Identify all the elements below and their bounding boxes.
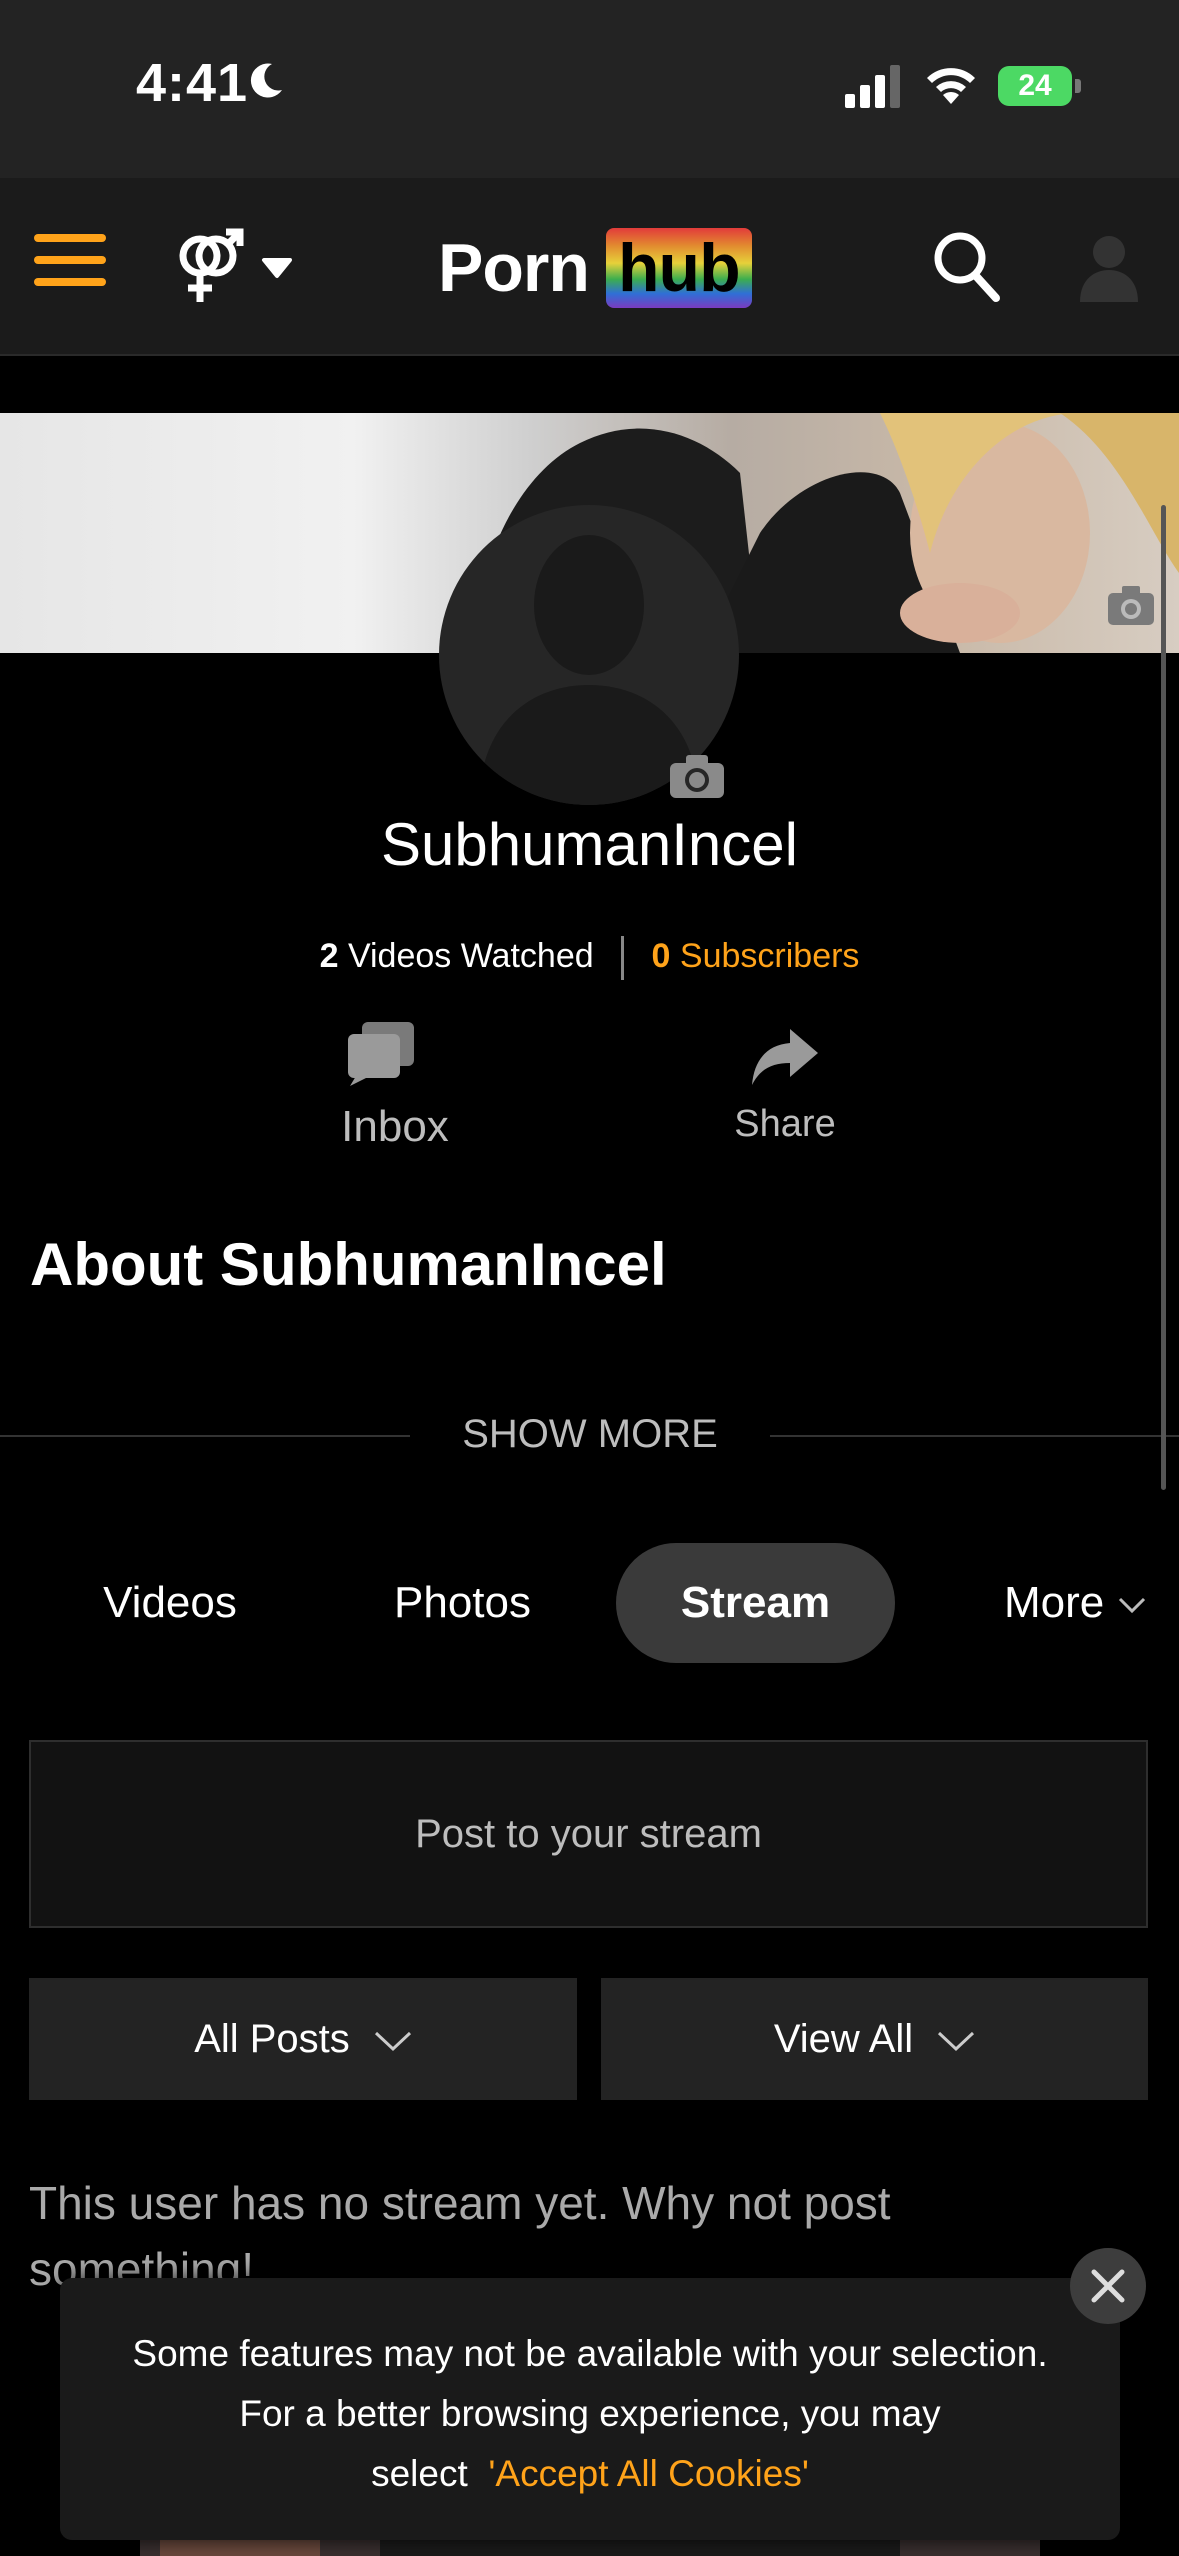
cellular-signal-icon (845, 65, 900, 108)
all-posts-dropdown[interactable]: All Posts (29, 1978, 577, 2100)
accept-all-cookies-link[interactable]: 'Accept All Cookies' (488, 2453, 809, 2494)
cookie-banner: Some features may not be available with … (60, 2278, 1120, 2540)
cookie-line-3: select 'Accept All Cookies' (60, 2444, 1120, 2504)
close-icon (1091, 2269, 1125, 2303)
view-all-label: View All (773, 2017, 914, 2061)
cookie-message: Some features may not be available with … (60, 2324, 1120, 2504)
logo-text-hub: hub (606, 228, 752, 308)
divider-right (770, 1435, 1179, 1437)
videos-watched-count: 2 (319, 936, 339, 975)
videos-watched-label: Videos Watched (347, 936, 594, 975)
logo-text-porn: Porn (438, 230, 590, 306)
chevron-down-icon (374, 2032, 411, 2052)
tab-stream[interactable]: Stream (616, 1543, 895, 1663)
chevron-down-icon (1119, 1598, 1146, 1614)
share-icon (752, 1029, 818, 1085)
scrollbar[interactable] (1161, 505, 1166, 1490)
search-icon[interactable] (930, 226, 1002, 306)
inbox-button[interactable]: Inbox (300, 1012, 490, 1162)
share-button[interactable]: Share (700, 1025, 870, 1155)
share-label: Share (734, 1103, 836, 1145)
divider-left (0, 1435, 410, 1437)
show-more-button[interactable]: SHOW MORE (420, 1412, 760, 1457)
tab-videos[interactable]: Videos (60, 1543, 280, 1663)
tab-more[interactable]: More (990, 1543, 1170, 1663)
about-heading: About SubhumanIncel (30, 1231, 667, 1298)
battery-level: 24 (1018, 69, 1052, 102)
tab-photos[interactable]: Photos (350, 1543, 575, 1663)
gender-icon[interactable] (166, 226, 296, 306)
chevron-down-icon (938, 2032, 975, 2052)
inbox-label: Inbox (341, 1102, 449, 1151)
tab-more-label: More (1004, 1578, 1105, 1627)
cookie-line-2: For a better browsing experience, you ma… (239, 2393, 941, 2434)
user-icon[interactable] (1076, 230, 1142, 302)
avatar-camera-icon[interactable] (668, 752, 726, 800)
stats-divider (621, 936, 625, 980)
inbox-icon (348, 1022, 414, 1086)
view-all-dropdown[interactable]: View All (601, 1978, 1148, 2100)
cookie-close-button[interactable] (1070, 2248, 1146, 2324)
status-time: 4:41 (136, 53, 249, 113)
profile-username: SubhumanIncel (381, 811, 798, 878)
post-to-stream-input[interactable]: Post to your stream (29, 1740, 1148, 1928)
subscribers-link[interactable]: Subscribers (680, 937, 860, 975)
cookie-line-3-prefix: select (371, 2453, 468, 2494)
battery-indicator: 24 (998, 66, 1082, 106)
subscribers-count[interactable]: 0 (652, 937, 671, 975)
moon-icon (250, 63, 282, 98)
cover-camera-icon[interactable] (1106, 583, 1156, 627)
cookie-line-1: Some features may not be available with … (132, 2333, 1048, 2374)
wifi-icon (927, 68, 975, 104)
profile-stats: 2 Videos Watched 0 Subscribers (0, 936, 1179, 980)
chevron-down-icon (262, 258, 292, 278)
menu-icon[interactable] (30, 230, 110, 290)
all-posts-label: All Posts (194, 2017, 350, 2061)
